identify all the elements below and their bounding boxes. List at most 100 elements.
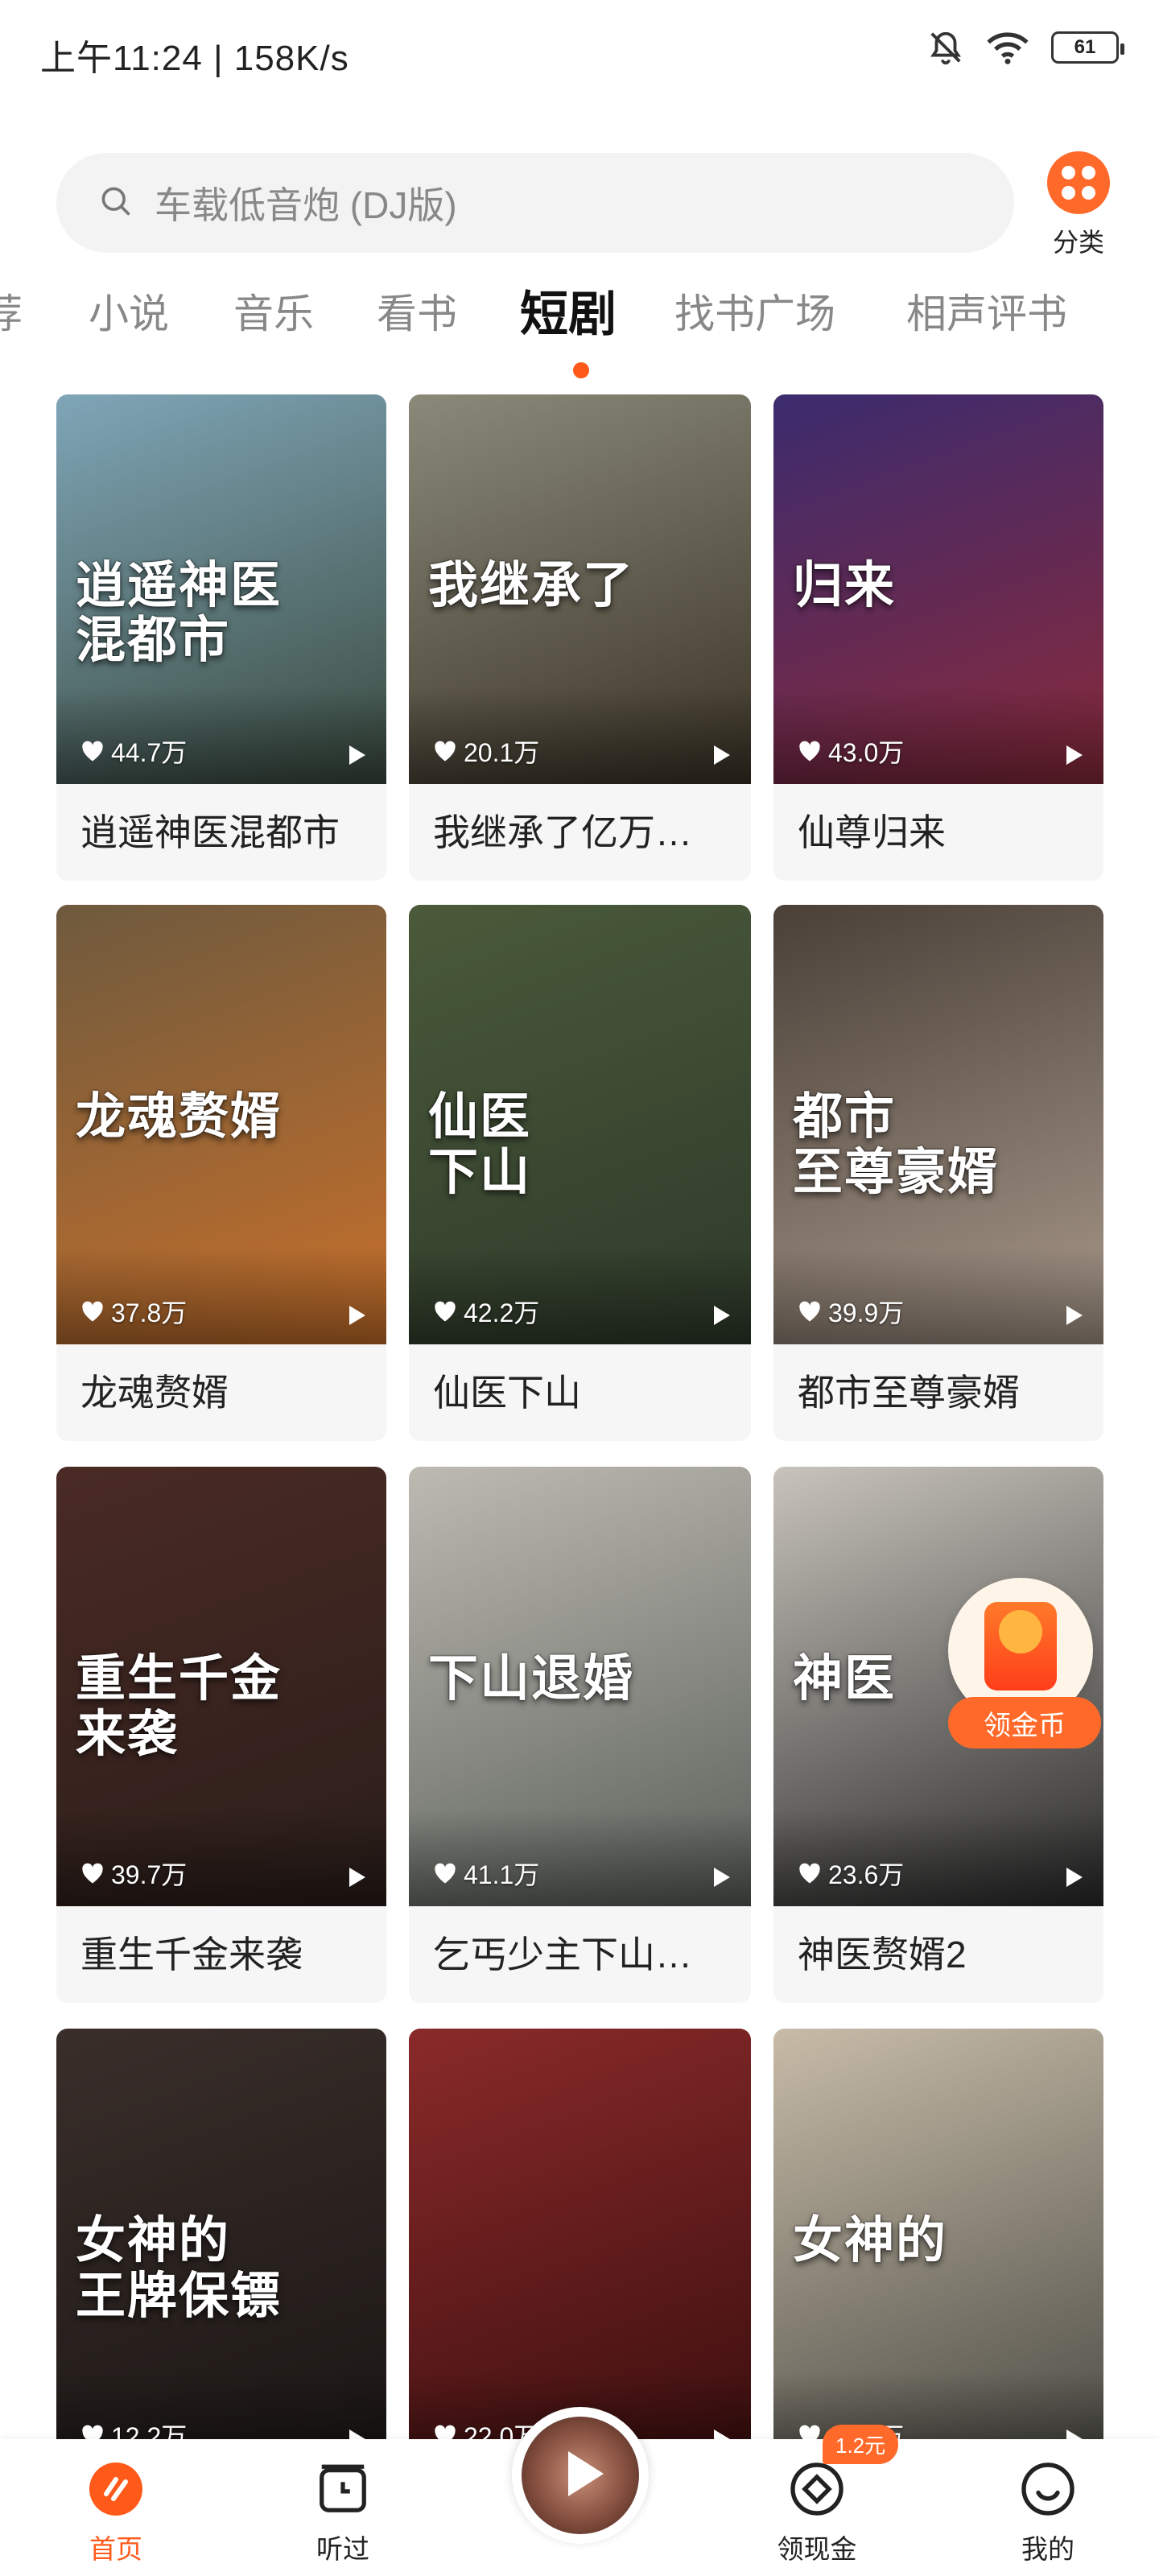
tab-music[interactable]: 音乐 [233, 282, 314, 340]
play-icon [349, 1868, 365, 1887]
coin-reward-float[interactable]: 领金币 [940, 1578, 1101, 1755]
like-count-value: 43.0万 [828, 738, 905, 767]
poster-title-art: 龙魂赘婿 [76, 1087, 283, 1146]
drama-card[interactable]: 仙医 下山 42.2万仙医下山 [409, 905, 751, 1441]
drama-title: 我继承了亿万… [433, 811, 692, 853]
drama-poster: 都市 至尊豪婿 39.9万 [773, 905, 1103, 1344]
heart-icon [435, 1863, 456, 1884]
category-icon [1047, 151, 1110, 214]
nav-home-label: 首页 [89, 2534, 142, 2564]
coin-diamond-icon [753, 2457, 881, 2521]
like-count-value: 39.9万 [828, 1298, 905, 1327]
battery-icon: 61 [1051, 31, 1124, 64]
nav-history[interactable]: 听过 [278, 2457, 407, 2566]
wifi-icon [987, 29, 1029, 66]
red-envelope-icon [984, 1602, 1057, 1690]
like-count: 41.1万 [433, 1855, 539, 1892]
poster-title-art: 逍遥神医 混都市 [76, 555, 283, 670]
like-count: 39.9万 [798, 1293, 904, 1330]
like-count-value: 42.2万 [464, 1298, 540, 1327]
drama-card[interactable]: 女神的 王牌保镖 12.2万 [56, 2029, 386, 2447]
play-icon [1066, 1868, 1083, 1887]
status-time: 上午11:24 | 158K/s [40, 39, 349, 78]
play-icon [1066, 1306, 1083, 1325]
like-count: 43.0万 [798, 733, 904, 770]
earn-badge: 1.2元 [823, 2425, 899, 2464]
heart-icon [799, 1863, 820, 1884]
search-icon [98, 184, 134, 223]
tab-novel[interactable]: 小说 [89, 282, 169, 340]
drama-title: 乞丐少主下山… [433, 1934, 692, 1975]
now-playing-button[interactable] [512, 2407, 649, 2544]
nav-home[interactable]: 首页 [52, 2457, 180, 2566]
drama-card[interactable]: 下山退婚 41.1万乞丐少主下山… [409, 1467, 751, 2003]
play-icon [714, 1306, 730, 1325]
nav-mine-label: 我的 [1021, 2534, 1074, 2564]
drama-poster: 归来 43.0万 [773, 394, 1103, 784]
poster-title-art: 我继承了 [428, 555, 635, 615]
poster-title-art: 重生千金 来袭 [76, 1649, 283, 1763]
drama-poster: 重生千金 来袭 39.7万 [56, 1467, 386, 1906]
tab-crosstalk[interactable]: 相声评书 [906, 282, 1067, 340]
drama-card[interactable]: 逍遥神医 混都市 44.7万 逍遥神医混都市 [56, 394, 386, 881]
search-input[interactable]: 车载低音炮 (DJ版) [56, 153, 1014, 253]
tab-book-plaza[interactable]: 找书广场 [674, 282, 835, 340]
history-clock-icon [278, 2457, 407, 2521]
drama-card[interactable]: 22.0万 [409, 2029, 751, 2447]
active-tab-indicator [573, 362, 589, 378]
tab-short-drama[interactable]: 短剧 [520, 282, 617, 345]
drama-card[interactable]: 我继承了 20.1万我继承了亿万… [409, 394, 751, 881]
drama-card[interactable]: 重生千金 来袭 39.7万重生千金来袭 [56, 1467, 386, 2003]
play-icon [349, 1306, 365, 1325]
drama-poster: 女神的 王牌保镖 12.2万 [56, 2029, 386, 2447]
status-bar: 上午11:24 | 158K/s 61 [0, 0, 1159, 105]
search-placeholder: 车载低音炮 (DJ版) [155, 184, 457, 226]
drama-title: 都市至尊豪婿 [798, 1372, 1020, 1414]
drama-poster: 龙魂赘婿 37.8万 [56, 905, 386, 1344]
drama-poster: 我继承了 20.1万 [409, 394, 751, 784]
play-icon [1066, 745, 1083, 765]
drama-card[interactable]: 龙魂赘婿 37.8万 龙魂赘婿 [56, 905, 386, 1441]
drama-grid: 逍遥神医 混都市 44.7万 逍遥神医混都市 我继承了 20.1万 我继承了亿万… 归来 43… [0, 394, 1159, 2447]
status-icons: 61 [927, 29, 1124, 66]
smile-face-icon [984, 2457, 1112, 2521]
drama-title: 龙魂赘婿 [80, 1372, 229, 1414]
poster-title-art: 下山退婚 [428, 1649, 635, 1708]
poster-title-art: 女神的 [793, 2211, 948, 2270]
nav-mine[interactable]: 我的 [984, 2457, 1112, 2566]
like-count: 37.8万 [80, 1293, 187, 1330]
category-button[interactable]: 分类 [1034, 151, 1123, 259]
drama-poster: 下山退婚 41.1万 [409, 1467, 751, 1906]
play-icon [714, 1868, 730, 1887]
like-count: 39.7万 [80, 1855, 187, 1892]
drama-title: 仙医下山 [433, 1372, 581, 1414]
drama-card[interactable]: 都市 至尊豪婿 39.9万都市至尊豪婿 [773, 905, 1103, 1441]
poster-title-art: 归来 [793, 555, 897, 615]
like-count-value: 37.8万 [111, 1298, 188, 1327]
heart-icon [82, 1863, 103, 1884]
drama-title: 神医赘婿2 [798, 1934, 967, 1975]
tab-reading[interactable]: 看书 [377, 282, 457, 340]
like-count-value: 41.1万 [464, 1860, 540, 1889]
drama-poster: 女神的35.2万 [773, 2029, 1103, 2447]
drama-title: 重生千金来袭 [80, 1934, 303, 1975]
drama-card[interactable]: 归来 43.0万仙尊归来 [773, 394, 1103, 881]
coin-label: 领金币 [948, 1697, 1101, 1748]
heart-icon [82, 741, 103, 762]
play-icon [568, 2451, 604, 2496]
nav-history-label: 听过 [316, 2534, 369, 2564]
tab-recommend[interactable]: 荐 [0, 282, 23, 340]
drama-title: 仙尊归来 [798, 811, 946, 853]
like-count: 42.2万 [433, 1293, 539, 1330]
poster-title-art: 都市 至尊豪婿 [793, 1087, 1000, 1201]
heart-icon [435, 1301, 456, 1322]
like-count: 44.7万 [80, 733, 187, 770]
like-count: 20.1万 [433, 733, 539, 770]
heart-icon [82, 1301, 103, 1322]
poster-title-art: 仙医 下山 [428, 1087, 532, 1201]
nav-earn-label: 领现金 [777, 2534, 857, 2564]
drama-card[interactable]: 女神的35.2万 [773, 2029, 1103, 2447]
like-count-value: 39.7万 [111, 1860, 188, 1889]
nav-earn-cash[interactable]: 领现金 [753, 2457, 881, 2566]
drama-poster: 22.0万 [409, 2029, 751, 2447]
